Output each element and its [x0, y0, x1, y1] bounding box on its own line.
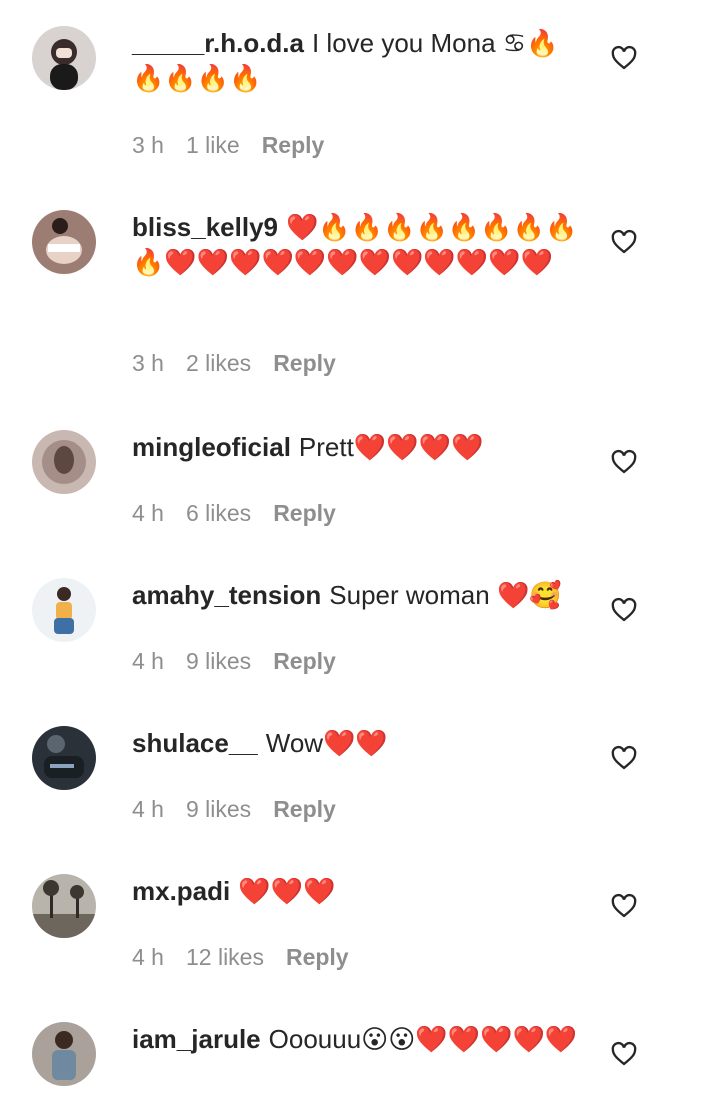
comment-username[interactable]: shulace__ [132, 728, 258, 758]
comment-username[interactable]: _____r.h.o.d.a [132, 28, 304, 58]
comment-username[interactable]: mingleoficial [132, 432, 291, 462]
reply-button[interactable]: Reply [262, 132, 325, 158]
comment-body: mingleoficial Prett❤️❤️❤️❤️ [132, 430, 582, 465]
heart-outline-icon[interactable] [610, 596, 638, 624]
comment-likes[interactable]: 12 likes [186, 944, 264, 970]
comment-meta: 4 h 12 likes Reply [132, 944, 371, 971]
comment-time: 4 h [132, 944, 164, 970]
reply-button[interactable]: Reply [273, 350, 336, 376]
heart-outline-icon[interactable] [610, 448, 638, 476]
avatar[interactable] [32, 430, 96, 494]
comment-username[interactable]: mx.padi [132, 876, 230, 906]
comment-body: _____r.h.o.d.a I love you Mona ♋🔥🔥🔥🔥🔥 [132, 26, 582, 96]
comment-likes[interactable]: 2 likes [186, 350, 251, 376]
comment-time: 4 h [132, 500, 164, 526]
avatar[interactable] [32, 726, 96, 790]
comment-username[interactable]: amahy_tension [132, 580, 321, 610]
reply-button[interactable]: Reply [273, 796, 336, 822]
heart-outline-icon[interactable] [610, 1040, 638, 1068]
heart-outline-icon[interactable] [610, 892, 638, 920]
avatar[interactable] [32, 874, 96, 938]
comment-username[interactable]: bliss_kelly9 [132, 212, 278, 242]
comment-likes[interactable]: 9 likes [186, 796, 251, 822]
comment-body: amahy_tension Super woman ❤️🥰 [132, 578, 582, 613]
avatar[interactable] [32, 578, 96, 642]
comment-text: Ooouuu😮😮❤️❤️❤️❤️❤️ [268, 1024, 578, 1054]
reply-button[interactable]: Reply [273, 500, 336, 526]
comment-time: 4 h [132, 648, 164, 674]
comment-likes[interactable]: 1 like [186, 132, 240, 158]
comment-username[interactable]: iam_jarule [132, 1024, 261, 1054]
comment-meta: 4 h 9 likes Reply [132, 648, 358, 675]
comment-body: iam_jarule Ooouuu😮😮❤️❤️❤️❤️❤️ [132, 1022, 582, 1057]
comment-text: ❤️❤️❤️ [238, 876, 336, 906]
comment-body: bliss_kelly9 ❤️🔥🔥🔥🔥🔥🔥🔥🔥🔥❤️❤️❤️❤️❤️❤️❤️❤️❤… [132, 210, 582, 280]
comment-meta: 3 h 1 like Reply [132, 132, 346, 159]
reply-button[interactable]: Reply [273, 648, 336, 674]
comment-body: shulace__ Wow❤️❤️ [132, 726, 582, 761]
comment-body: mx.padi ❤️❤️❤️ [132, 874, 582, 909]
reply-button[interactable]: Reply [286, 944, 349, 970]
comment-likes[interactable]: 6 likes [186, 500, 251, 526]
comment-meta: 4 h 6 likes Reply [132, 500, 358, 527]
comment-text: Wow❤️❤️ [265, 728, 388, 758]
heart-outline-icon[interactable] [610, 44, 638, 72]
comment-meta: 4 h 9 likes Reply [132, 796, 358, 823]
avatar[interactable] [32, 1022, 96, 1086]
comment-time: 4 h [132, 796, 164, 822]
comment-text: Prett❤️❤️❤️❤️ [298, 432, 484, 462]
heart-outline-icon[interactable] [610, 744, 638, 772]
avatar[interactable] [32, 26, 96, 90]
comment-meta: 3 h 2 likes Reply [132, 350, 358, 377]
comment-likes[interactable]: 9 likes [186, 648, 251, 674]
heart-outline-icon[interactable] [610, 228, 638, 256]
comment-time: 3 h [132, 132, 164, 158]
comment-text: Super woman ❤️🥰 [329, 580, 562, 610]
avatar[interactable] [32, 210, 96, 274]
comment-time: 3 h [132, 350, 164, 376]
